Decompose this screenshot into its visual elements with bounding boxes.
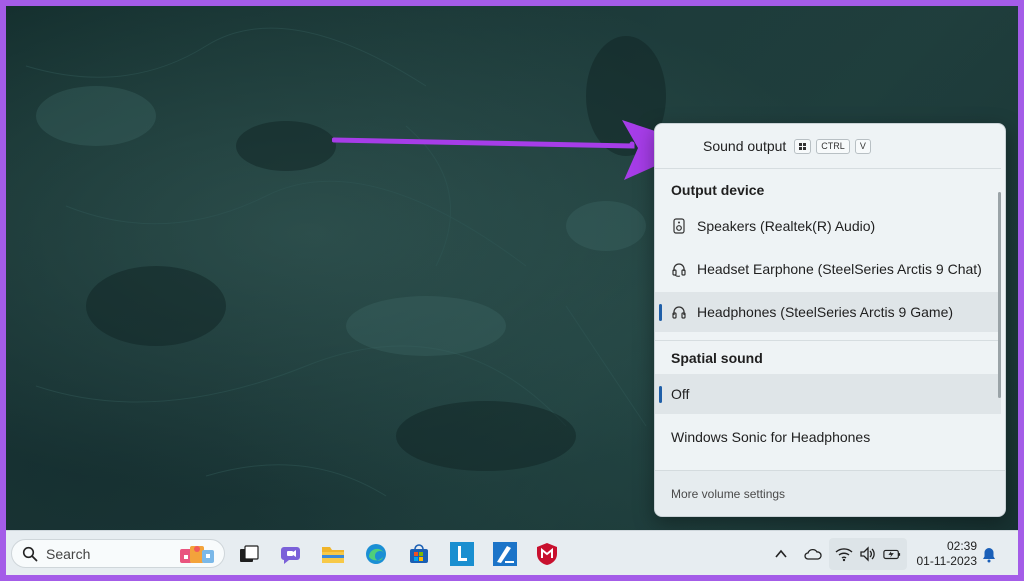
teams-chat-icon[interactable] bbox=[278, 541, 304, 567]
divider bbox=[655, 340, 1001, 341]
device-headphones[interactable]: Headphones (SteelSeries Arctis 9 Game) bbox=[655, 292, 1001, 332]
battery-icon[interactable] bbox=[883, 545, 901, 563]
flyout-footer: More volume settings bbox=[655, 470, 1005, 516]
device-headset-earphone[interactable]: Headset Earphone (SteelSeries Arctis 9 C… bbox=[655, 249, 1001, 289]
edge-icon[interactable] bbox=[363, 541, 389, 567]
spatial-sound-heading: Spatial sound bbox=[671, 350, 763, 366]
spatial-option-label: Windows Sonic for Headphones bbox=[671, 429, 871, 445]
more-volume-settings-link[interactable]: More volume settings bbox=[671, 487, 785, 501]
device-label: Headset Earphone (SteelSeries Arctis 9 C… bbox=[697, 261, 982, 277]
task-view-icon[interactable] bbox=[236, 541, 262, 567]
chevron-up-icon[interactable] bbox=[772, 545, 790, 563]
headset-icon bbox=[671, 261, 687, 277]
taskbar-search-box[interactable]: Search bbox=[11, 539, 225, 568]
file-explorer-icon[interactable] bbox=[320, 541, 346, 567]
clock-time: 02:39 bbox=[946, 539, 977, 553]
sound-output-flyout: Sound output CTRL V Output device Speake… bbox=[654, 123, 1006, 517]
mcafee-icon[interactable] bbox=[534, 541, 560, 567]
volume-icon[interactable] bbox=[859, 545, 877, 563]
microsoft-store-icon[interactable] bbox=[406, 541, 432, 567]
divider bbox=[655, 168, 1001, 169]
l-app-icon[interactable] bbox=[449, 541, 475, 567]
device-speakers[interactable]: Speakers (Realtek(R) Audio) bbox=[655, 206, 1001, 246]
clock-date: 01-11-2023 bbox=[916, 554, 978, 568]
notification-bell-icon[interactable] bbox=[981, 547, 997, 563]
spatial-option-windows-sonic[interactable]: Windows Sonic for Headphones bbox=[655, 417, 1001, 457]
taskbar-clock[interactable]: 02:39 01-11-2023 bbox=[911, 539, 978, 569]
ctrl-key-badge: CTRL bbox=[816, 138, 850, 154]
flyout-title: Sound output bbox=[703, 138, 787, 154]
speaker-icon bbox=[671, 218, 687, 234]
selection-indicator bbox=[659, 386, 662, 403]
taskbar: Search 02:39 01-11-2023 bbox=[6, 530, 1018, 575]
search-highlight-illustration-icon bbox=[180, 546, 214, 563]
pen-app-icon[interactable] bbox=[492, 541, 518, 567]
v-key-badge: V bbox=[854, 138, 871, 154]
device-label: Headphones (SteelSeries Arctis 9 Game) bbox=[697, 304, 954, 320]
spatial-option-label: Off bbox=[671, 386, 690, 402]
selection-indicator bbox=[659, 304, 662, 321]
output-device-heading: Output device bbox=[671, 182, 765, 198]
annotation-arrow bbox=[332, 120, 700, 180]
search-icon bbox=[22, 546, 38, 561]
device-label: Speakers (Realtek(R) Audio) bbox=[697, 218, 876, 234]
wifi-icon[interactable] bbox=[835, 545, 853, 563]
search-placeholder: Search bbox=[46, 545, 91, 562]
headphones-icon bbox=[671, 304, 687, 320]
flyout-header: Sound output CTRL V bbox=[655, 124, 1005, 168]
desktop-wallpaper: Sound output CTRL V Output device Speake… bbox=[6, 6, 1018, 575]
windows-key-icon bbox=[794, 138, 812, 154]
flyout-scrollbar[interactable] bbox=[998, 192, 1001, 398]
onedrive-cloud-icon[interactable] bbox=[804, 545, 822, 563]
spatial-option-off[interactable]: Off bbox=[655, 374, 1001, 414]
